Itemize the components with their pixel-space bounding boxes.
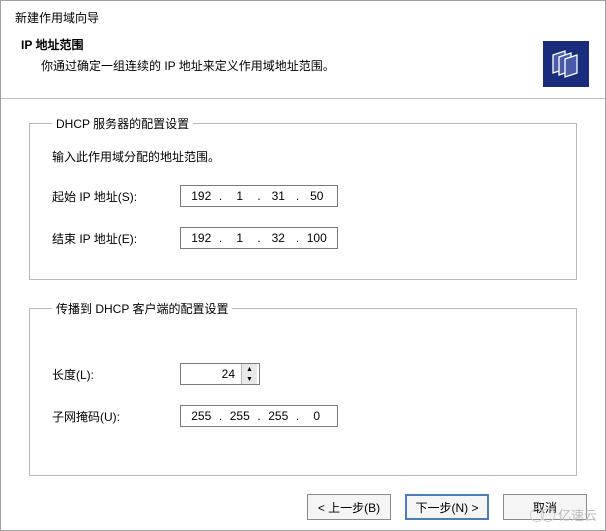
end-ip-label: 结束 IP 地址(E):	[52, 230, 180, 247]
wizard-header: 新建作用域向导 IP 地址范围 你通过确定一组连续的 IP 地址来定义作用域地址…	[1, 1, 605, 99]
server-settings-group: DHCP 服务器的配置设置 输入此作用域分配的地址范围。 起始 IP 地址(S)…	[29, 115, 577, 280]
length-step-up[interactable]: ▲	[242, 364, 257, 374]
wizard-body: DHCP 服务器的配置设置 输入此作用域分配的地址范围。 起始 IP 地址(S)…	[1, 99, 605, 506]
length-label: 长度(L):	[52, 366, 180, 383]
client-settings-legend: 传播到 DHCP 客户端的配置设置	[52, 300, 232, 317]
wizard-window: 新建作用域向导 IP 地址范围 你通过确定一组连续的 IP 地址来定义作用域地址…	[0, 0, 606, 531]
server-settings-legend: DHCP 服务器的配置设置	[52, 115, 193, 132]
length-step-down[interactable]: ▼	[242, 374, 257, 384]
start-ip-input[interactable]: 192. 1. 31. 50	[180, 185, 338, 207]
wizard-title: 新建作用域向导	[15, 9, 591, 26]
subnet-mask-input[interactable]: 255. 255. 255. 0	[180, 405, 338, 427]
length-input[interactable]	[181, 364, 241, 384]
back-button[interactable]: < 上一步(B)	[307, 494, 391, 520]
cancel-button[interactable]: 取消	[503, 494, 587, 520]
scope-banner-icon	[543, 41, 589, 87]
start-ip-label: 起始 IP 地址(S):	[52, 188, 180, 205]
subnet-mask-label: 子网掩码(U):	[52, 408, 180, 425]
end-ip-input[interactable]: 192. 1. 32. 100	[180, 227, 338, 249]
server-settings-intro: 输入此作用域分配的地址范围。	[52, 148, 554, 165]
start-ip-row: 起始 IP 地址(S): 192. 1. 31. 50	[52, 185, 554, 207]
length-row: 长度(L): ▲ ▼	[52, 363, 554, 385]
subnet-mask-row: 子网掩码(U): 255. 255. 255. 0	[52, 405, 554, 427]
page-heading: IP 地址范围	[21, 36, 591, 53]
client-settings-group: 传播到 DHCP 客户端的配置设置 长度(L): ▲ ▼ 子网掩码(U): 25…	[29, 300, 577, 476]
end-ip-row: 结束 IP 地址(E): 192. 1. 32. 100	[52, 227, 554, 249]
page-description: 你通过确定一组连续的 IP 地址来定义作用域地址范围。	[41, 57, 591, 74]
next-button[interactable]: 下一步(N) >	[405, 494, 489, 520]
wizard-footer: < 上一步(B) 下一步(N) > 取消	[307, 494, 587, 520]
length-stepper[interactable]: ▲ ▼	[180, 363, 260, 385]
